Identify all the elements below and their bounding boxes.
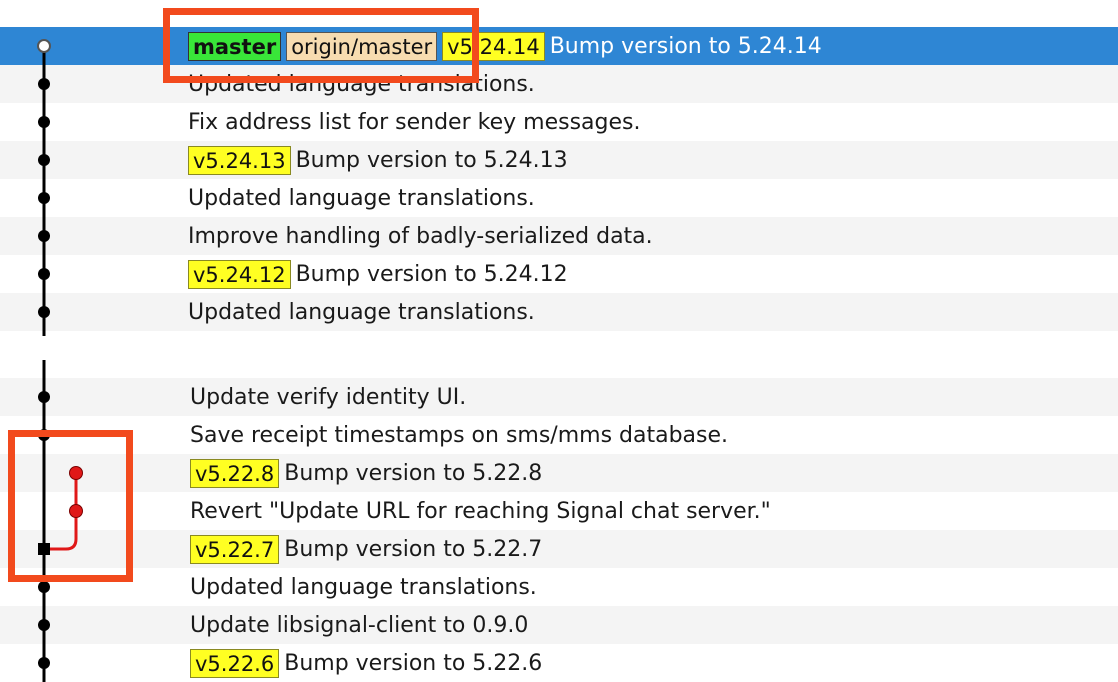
commit-row-content: Revert "Update URL for reaching Signal c…	[190, 499, 771, 524]
square-node-icon	[38, 543, 50, 555]
commit-row-content: Fix address list for sender key messages…	[188, 110, 640, 135]
commit-row[interactable]: v5.22.7 Bump version to 5.22.7	[0, 530, 1118, 568]
commit-row[interactable]: Updated language translations.	[0, 293, 1118, 331]
commit-row-content: Updated language translations.	[188, 300, 535, 325]
commit-row-content: v5.22.7 Bump version to 5.22.7	[190, 534, 543, 564]
filled-circle-icon	[38, 192, 50, 204]
commit-message: Improve handling of badly-serialized dat…	[188, 223, 653, 249]
filled-circle-icon	[38, 78, 50, 90]
commit-graph-bottom	[38, 360, 83, 682]
commit-graph-top	[37, 39, 51, 336]
commit-row[interactable]: Save receipt timestamps on sms/mms datab…	[0, 416, 1118, 454]
master-branch-tag[interactable]: master	[188, 31, 282, 61]
commit-row[interactable]: v5.22.6 Bump version to 5.22.6	[0, 644, 1118, 682]
version-tag[interactable]: v5.22.8	[190, 458, 280, 488]
version-tag[interactable]: v5.24.14	[442, 31, 545, 61]
commit-list-top: master origin/master v5.24.14 Bump version …	[0, 0, 1118, 336]
commit-row-content: v5.24.12 Bump version to 5.24.12	[188, 259, 568, 289]
filled-circle-icon	[38, 581, 50, 593]
commit-row[interactable]: v5.24.12 Bump version to 5.24.12	[0, 255, 1118, 293]
commit-message: Updated language translations.	[188, 71, 535, 97]
filled-circle-icon	[38, 154, 50, 166]
commit-message: Update libsignal-client to 0.9.0	[190, 612, 529, 638]
commit-row[interactable]: Update libsignal-client to 0.9.0	[0, 606, 1118, 644]
commit-message: Updated language translations.	[190, 574, 537, 600]
commit-row[interactable]: Updated language translations.	[0, 179, 1118, 217]
version-tag[interactable]: v5.22.6	[190, 648, 280, 678]
commit-message: Bump version to 5.24.12	[295, 261, 568, 287]
filled-circle-icon	[38, 230, 50, 242]
commit-message: Bump version to 5.22.6	[284, 650, 543, 676]
commit-row[interactable]: Fix address list for sender key messages…	[0, 103, 1118, 141]
origin-master-tag[interactable]: origin/master	[286, 31, 438, 61]
commit-message: Fix address list for sender key messages…	[188, 109, 641, 135]
commit-row-content: Improve handling of badly-serialized dat…	[188, 224, 653, 249]
commit-row-content: Save receipt timestamps on sms/mms datab…	[190, 423, 728, 448]
commit-message: Bump version to 5.22.7	[284, 536, 543, 562]
commit-row-content: Update verify identity UI.	[190, 385, 466, 410]
filled-circle-icon	[38, 619, 50, 631]
commit-message: Update verify identity UI.	[190, 384, 467, 410]
commit-row[interactable]: Updated language translations.	[0, 568, 1118, 606]
commit-message: Bump version to 5.24.13	[295, 147, 568, 173]
filled-circle-icon	[38, 657, 50, 669]
commit-row[interactable]: Updated language translations.	[0, 65, 1118, 103]
hollow-circle-icon	[37, 39, 51, 53]
filled-circle-icon	[38, 306, 50, 318]
commit-row[interactable]: v5.22.8 Bump version to 5.22.8	[0, 454, 1118, 492]
filled-circle-icon	[38, 429, 50, 441]
commit-row-content: Updated language translations.	[188, 186, 535, 211]
commit-row[interactable]: master origin/master v5.24.14 Bump version …	[0, 27, 1118, 65]
commit-message: Revert "Update URL for reaching Signal c…	[190, 498, 771, 524]
filled-circle-icon	[38, 391, 50, 403]
commit-row[interactable]: Improve handling of badly-serialized dat…	[0, 217, 1118, 255]
commit-row-content: Updated language translations.	[188, 72, 535, 97]
commit-row-content: master origin/master v5.24.14 Bump version …	[188, 31, 822, 61]
version-tag[interactable]: v5.24.12	[188, 259, 291, 289]
version-tag[interactable]: v5.22.7	[190, 534, 280, 564]
commit-row-content: v5.22.6 Bump version to 5.22.6	[190, 648, 543, 678]
filled-circle-icon	[38, 268, 50, 280]
commit-row-content: v5.22.8 Bump version to 5.22.8	[190, 458, 543, 488]
commit-message: Updated language translations.	[188, 185, 535, 211]
commit-message: Save receipt timestamps on sms/mms datab…	[190, 422, 729, 448]
version-tag[interactable]: v5.24.13	[188, 145, 291, 175]
commit-row-content: Updated language translations.	[190, 575, 537, 600]
commit-row[interactable]: v5.24.13 Bump version to 5.24.13	[0, 141, 1118, 179]
commit-list-bottom: Update verify identity UI. Save receipt t…	[0, 360, 1118, 682]
commit-row[interactable]: Revert "Update URL for reaching Signal c…	[0, 492, 1118, 530]
red-circle-icon	[69, 466, 83, 480]
commit-message: Updated language translations.	[188, 299, 535, 325]
commit-message: Bump version to 5.24.14	[549, 33, 822, 59]
commit-row-content: Update libsignal-client to 0.9.0	[190, 613, 528, 638]
commit-row-content: v5.24.13 Bump version to 5.24.13	[188, 145, 568, 175]
commit-message: Bump version to 5.22.8	[284, 460, 543, 486]
filled-circle-icon	[38, 116, 50, 128]
red-circle-icon	[69, 504, 83, 518]
commit-row[interactable]: Update verify identity UI.	[0, 378, 1118, 416]
